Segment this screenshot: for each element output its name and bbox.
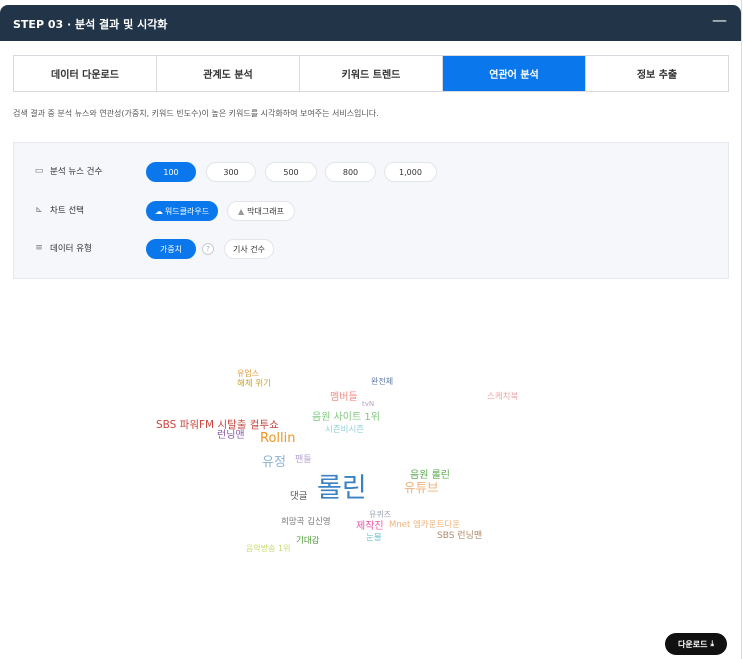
cloud-word[interactable]: 댓글 [290, 492, 307, 502]
cloud-word[interactable]: 유정 [262, 456, 286, 469]
cloud-word[interactable]: 완전체 [371, 378, 393, 386]
analysis-panel: STEP 03 · 분석 결과 및 시각화 — 데이터 다운로드 관계도 분석 … [0, 0, 742, 659]
tab-info-extraction[interactable]: 정보 추출 [586, 56, 728, 91]
cloud-word[interactable]: 롤린 [317, 475, 367, 502]
data-type-label-text: 데이터 유형 [50, 244, 92, 254]
step-title: STEP 03 · 분석 결과 및 시각화 [13, 18, 168, 31]
tab-data-download[interactable]: 데이터 다운로드 [14, 56, 157, 91]
cloud-word[interactable]: 음원 사이트 1위 [312, 413, 380, 423]
analysis-tabs: 데이터 다운로드 관계도 분석 키워드 트렌드 연관어 분석 정보 추출 [13, 55, 729, 92]
data-type-row: ≡ 데이터 유형 가중치 ? 기사 건수 [14, 237, 714, 261]
tab-related-words[interactable]: 연관어 분석 [443, 56, 586, 91]
cloud-word[interactable]: 유퀴즈 [369, 511, 391, 519]
collapse-toggle-icon[interactable]: — [712, 11, 727, 29]
cloud-word[interactable]: Rollin [260, 432, 295, 445]
cloud-word[interactable]: 해체 위기 [237, 380, 271, 389]
cloud-word[interactable]: SBS 파워FM 시탈출 컬투쇼 [156, 420, 279, 431]
cloud-word[interactable]: 팬들 [295, 456, 312, 465]
cloud-word[interactable]: 음악방송 1위 [246, 545, 290, 553]
cloud-word[interactable]: 눈물 [366, 534, 382, 543]
cloud-word[interactable]: 런닝맨 [217, 431, 245, 441]
download-button-label: 다운로드 [678, 639, 708, 649]
cloud-word[interactable]: 시즌비시즌 [325, 426, 364, 435]
options-panel: ▭ 분석 뉴스 건수 100 300 500 800 1,000 ⊾ 차트 선택… [13, 142, 729, 279]
chart-select-label-text: 차트 선택 [50, 206, 84, 216]
cloud-word[interactable]: SBS 런닝맨 [437, 532, 482, 541]
weight-option[interactable]: 가중치 [146, 239, 196, 259]
calendar-icon: ▭ [34, 166, 44, 176]
wordcloud-option[interactable]: ☁ 워드클라우드 [146, 201, 218, 221]
tab-relation-analysis[interactable]: 관계도 분석 [157, 56, 300, 91]
step-header: STEP 03 · 분석 결과 및 시각화 — [0, 5, 741, 41]
tab-keyword-trend[interactable]: 키워드 트렌드 [300, 56, 443, 91]
cloud-icon: ☁ [154, 206, 163, 216]
news-count-800[interactable]: 800 [325, 162, 376, 182]
list-icon: ≡ [35, 243, 43, 253]
chart-select-row: ⊾ 차트 선택 ☁ 워드클라우드 ▲ 막대그래프 [14, 199, 714, 223]
cloud-word[interactable]: 희망곡 김신영 [281, 518, 331, 527]
download-icon: ⤓ [710, 639, 714, 648]
help-icon[interactable]: ? [202, 243, 214, 255]
data-type-label: ≡ 데이터 유형 [34, 242, 92, 254]
chart-icon: ⊾ [35, 205, 43, 215]
news-count-1000[interactable]: 1,000 [384, 162, 437, 182]
cloud-word[interactable]: 스케치북 [487, 393, 518, 402]
cloud-word[interactable]: 유튜브 [404, 481, 439, 495]
service-description: 검색 결과 중 분석 뉴스와 연관성(가중치, 키워드 빈도수)이 높은 키워드… [13, 109, 379, 118]
cloud-word[interactable]: 제작진 [356, 522, 384, 532]
cloud-word[interactable]: 유업스 [237, 370, 259, 378]
article-count-option[interactable]: 기사 건수 [224, 239, 274, 259]
cloud-word[interactable]: tvN [362, 401, 374, 408]
news-count-row: ▭ 분석 뉴스 건수 100 300 500 800 1,000 [14, 160, 714, 184]
download-button[interactable]: 다운로드 ⤓ [665, 633, 727, 655]
news-count-300[interactable]: 300 [206, 162, 256, 182]
cloud-word[interactable]: 멤버들 [330, 393, 358, 403]
cloud-word[interactable]: Mnet 엠카운트다운 [389, 521, 460, 530]
cloud-word[interactable]: 기대감 [296, 537, 319, 546]
chart-select-label: ⊾ 차트 선택 [34, 204, 84, 216]
word-cloud: 유업스 해체 위기 완전체 멤버들 tvN 스케치북 음원 사이트 1위 SBS… [0, 290, 741, 620]
bargraph-option[interactable]: ▲ 막대그래프 [227, 201, 295, 221]
bar-chart-icon: ▲ [238, 206, 245, 216]
bargraph-option-label: 막대그래프 [247, 206, 284, 216]
wordcloud-option-label: 워드클라우드 [164, 206, 210, 216]
news-count-100[interactable]: 100 [146, 162, 196, 182]
news-count-500[interactable]: 500 [265, 162, 317, 182]
news-count-label-text: 분석 뉴스 건수 [50, 167, 103, 177]
news-count-label: ▭ 분석 뉴스 건수 [34, 165, 103, 177]
